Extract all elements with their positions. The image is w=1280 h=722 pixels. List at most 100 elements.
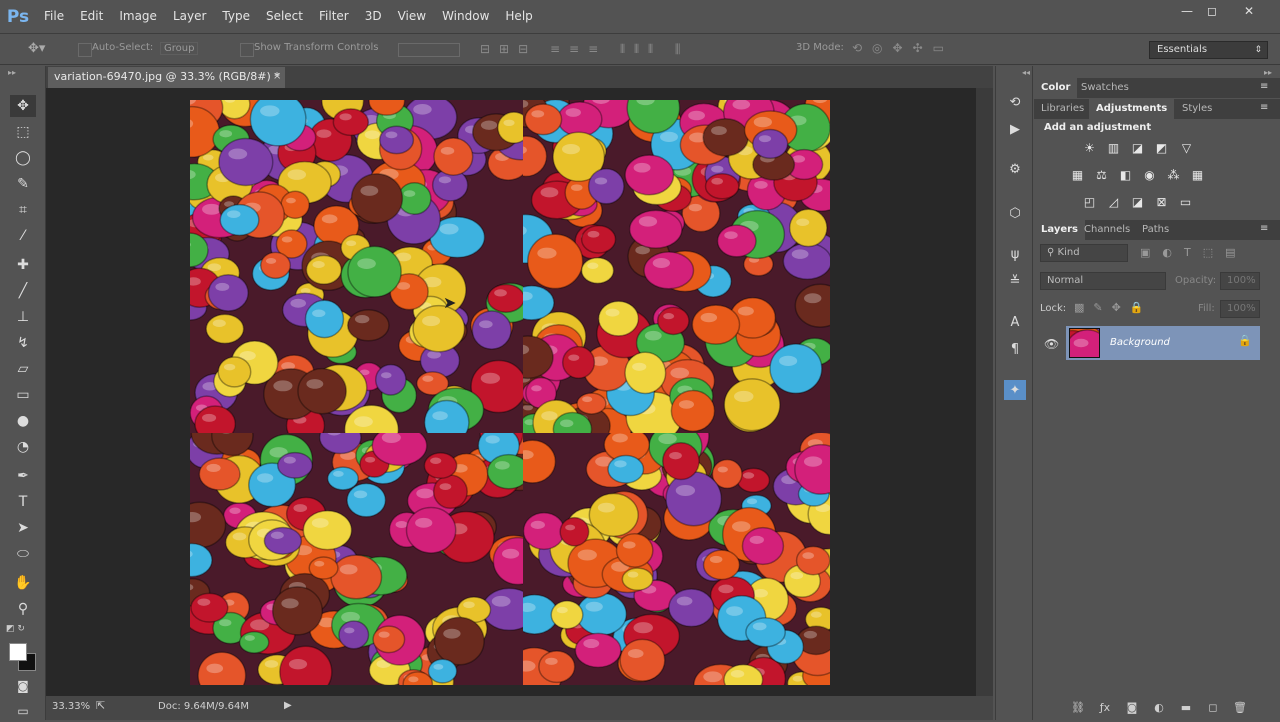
lock-icons[interactable]: ▩✎✥🔒 — [1074, 301, 1153, 314]
move-tool-icon[interactable]: ✥ — [10, 95, 36, 117]
align-distribute-group-icon[interactable] — [398, 43, 460, 57]
vertical-scrollbar[interactable] — [976, 88, 993, 696]
zoom-level[interactable]: 33.33% — [52, 701, 90, 712]
zoom-tool-icon[interactable]: ⚲ — [10, 598, 36, 620]
show-transform-checkbox[interactable] — [240, 43, 254, 57]
photo-filter-icon[interactable]: ◉ — [1141, 167, 1158, 182]
channel-mixer-icon[interactable]: ⁂ — [1165, 167, 1182, 182]
eraser-tool-icon[interactable]: ▱ — [10, 358, 36, 380]
add-mask-icon[interactable]: ◙ — [1124, 700, 1140, 714]
threshold-icon[interactable]: ◪ — [1129, 194, 1146, 209]
fill-input[interactable]: 100% — [1220, 300, 1260, 318]
menu-view[interactable]: View — [390, 0, 434, 33]
3d-mode-icons[interactable]: ⟲◎✥✣▭ — [852, 41, 954, 55]
layer-row-background[interactable]: Background 🔒 — [1066, 326, 1260, 360]
tab-channels[interactable]: Channels — [1077, 220, 1137, 240]
auto-select-target-dropdown[interactable]: Group — [160, 42, 198, 55]
type-tool-icon[interactable]: T — [10, 491, 36, 513]
color-balance-icon[interactable]: ⚖ — [1093, 167, 1110, 182]
opacity-input[interactable]: 100% — [1220, 272, 1260, 290]
history-brush-tool-icon[interactable]: ↯ — [10, 332, 36, 354]
collapse-dock-icon[interactable]: ◂◂ — [1022, 68, 1030, 77]
canvas-area[interactable]: ➤ — [46, 88, 976, 696]
export-icon[interactable]: ⇱ — [96, 699, 105, 712]
gradient-tool-icon[interactable]: ▭ — [10, 384, 36, 406]
menu-3d[interactable]: 3D — [357, 0, 390, 33]
hand-tool-icon[interactable]: ✋ — [10, 572, 36, 594]
hue-saturation-icon[interactable]: ▦ — [1069, 167, 1086, 182]
actions-panel-icon[interactable]: ▶ — [1004, 119, 1026, 139]
paragraph-panel-icon[interactable]: ¶ — [1004, 339, 1026, 359]
menu-file[interactable]: File — [36, 0, 72, 33]
blend-mode-dropdown[interactable]: Normal — [1040, 272, 1166, 290]
close-button[interactable]: ✕ — [1232, 0, 1266, 22]
tab-swatches[interactable]: Swatches — [1074, 78, 1136, 98]
character-panel-icon[interactable]: A — [1004, 312, 1026, 332]
quick-mask-icon[interactable]: ◙ — [10, 675, 36, 697]
link-layers-icon[interactable]: ⛓ — [1070, 700, 1086, 714]
menu-filter[interactable]: Filter — [311, 0, 357, 33]
eyedropper-tool-icon[interactable]: ⁄ — [10, 225, 36, 247]
history-panel-icon[interactable]: ⟲ — [1004, 92, 1026, 112]
auto-select-checkbox[interactable] — [78, 43, 92, 57]
layer-filter-kind-dropdown[interactable]: ⚲ Kind — [1040, 244, 1128, 262]
tab-adjustments[interactable]: Adjustments — [1089, 99, 1174, 119]
menu-layer[interactable]: Layer — [165, 0, 214, 33]
brush-tool-icon[interactable]: ╱ — [10, 280, 36, 302]
panel-menu-icon[interactable]: ≡ — [1260, 102, 1268, 113]
document-tab-close-icon[interactable]: × — [273, 67, 281, 87]
healing-brush-tool-icon[interactable]: ✚ — [10, 254, 36, 276]
maximize-button[interactable]: ◻ — [1195, 0, 1229, 22]
vibrance-icon[interactable]: ▽ — [1178, 140, 1195, 155]
document-tab[interactable]: variation-69470.jpg @ 33.3% (RGB/8#) * × — [48, 67, 285, 88]
ellipse-tool-icon[interactable]: ⬭ — [10, 543, 36, 565]
invert-icon[interactable]: ◰ — [1081, 194, 1098, 209]
collapse-panels-icon[interactable]: ▸▸ — [1264, 68, 1272, 77]
black-white-icon[interactable]: ◧ — [1117, 167, 1134, 182]
visibility-eye-icon[interactable]: 👁 — [1044, 337, 1059, 351]
menu-select[interactable]: Select — [258, 0, 311, 33]
marquee-tool-icon[interactable]: ⬚ — [10, 121, 36, 143]
new-adjustment-layer-icon[interactable]: ◐ — [1151, 700, 1167, 714]
selective-color-icon[interactable]: ⊠ — [1153, 194, 1170, 209]
default-colors-icon[interactable]: ◩ ↻ — [6, 624, 25, 634]
pen-tool-icon[interactable]: ✒ — [10, 465, 36, 487]
curves-icon[interactable]: ◪ — [1129, 140, 1146, 155]
path-selection-tool-icon[interactable]: ➤ — [10, 517, 36, 539]
clone-stamp-tool-icon[interactable]: ⊥ — [10, 306, 36, 328]
brush-presets-panel-icon[interactable]: ψ — [1004, 244, 1026, 264]
levels-icon[interactable]: ▥ — [1105, 140, 1122, 155]
gradient-map-icon[interactable]: ▭ — [1177, 194, 1194, 209]
glyphs-panel-icon[interactable]: ✦ — [1004, 380, 1026, 400]
new-group-icon[interactable]: ▬ — [1178, 700, 1194, 714]
dodge-tool-icon[interactable]: ◔ — [10, 436, 36, 458]
layer-filter-icons[interactable]: ▣◐T⬚▤ — [1140, 246, 1248, 259]
quick-selection-tool-icon[interactable]: ✎ — [10, 173, 36, 195]
blur-tool-icon[interactable]: ● — [10, 410, 36, 432]
align-icons[interactable]: ⊟⊞⊟ ≡≡≡ ⫴⫴⫴ ⫼ — [480, 42, 689, 57]
tab-libraries[interactable]: Libraries — [1034, 99, 1091, 119]
3d-panel-icon[interactable]: ⬡ — [1004, 203, 1026, 223]
brush-panel-icon[interactable]: ≚ — [1004, 271, 1026, 291]
layer-style-icon[interactable]: ƒx — [1097, 700, 1113, 714]
menu-image[interactable]: Image — [111, 0, 165, 33]
menu-window[interactable]: Window — [434, 0, 497, 33]
menu-type[interactable]: Type — [214, 0, 258, 33]
crop-tool-icon[interactable]: ⌗ — [10, 199, 36, 221]
workspace-dropdown[interactable]: Essentials — [1149, 41, 1268, 59]
document-image[interactable]: ➤ — [190, 100, 830, 685]
status-menu-arrow-icon[interactable]: ▶ — [284, 700, 292, 711]
screen-mode-icon[interactable]: ▭ — [10, 700, 36, 722]
tab-styles[interactable]: Styles — [1175, 99, 1219, 119]
new-layer-icon[interactable]: ◻ — [1205, 700, 1221, 714]
exposure-icon[interactable]: ◩ — [1153, 140, 1170, 155]
menu-help[interactable]: Help — [497, 0, 540, 33]
color-lookup-icon[interactable]: ▦ — [1189, 167, 1206, 182]
collapse-toolbox-icon[interactable]: ▸▸ — [8, 68, 16, 77]
delete-layer-icon[interactable]: 🗑 — [1232, 700, 1248, 714]
properties-panel-icon[interactable]: ⚙ — [1004, 159, 1026, 179]
panel-menu-icon[interactable]: ≡ — [1260, 223, 1268, 234]
tab-color[interactable]: Color — [1034, 78, 1077, 98]
lasso-tool-icon[interactable]: ◯ — [10, 147, 36, 169]
panel-menu-icon[interactable]: ≡ — [1260, 81, 1268, 92]
